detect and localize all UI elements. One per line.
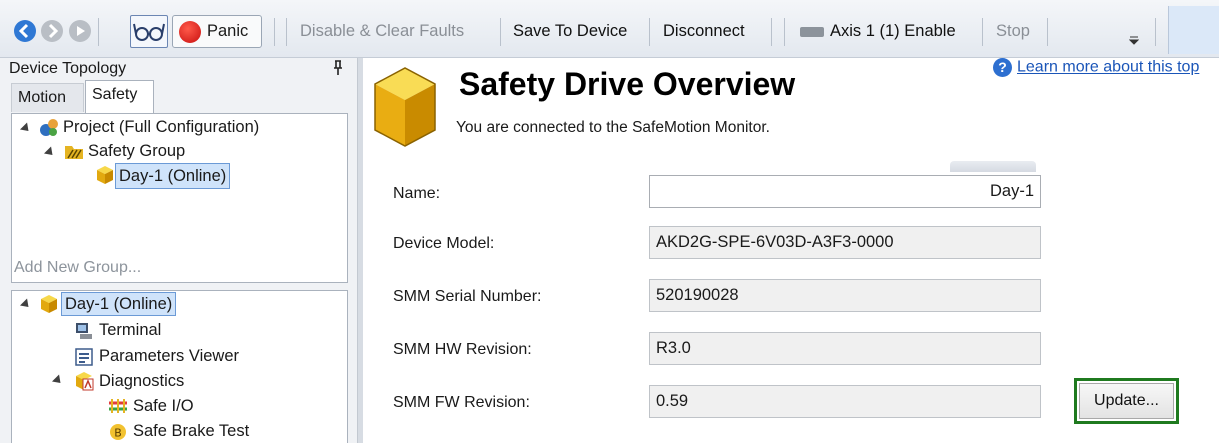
name-field[interactable]: Day-1 <box>649 175 1041 208</box>
glasses-icon <box>133 23 165 41</box>
terminal-icon <box>76 323 92 339</box>
parameters-viewer-icon <box>75 348 93 366</box>
panic-button[interactable]: Panic <box>172 15 262 48</box>
expand-arrow-icon[interactable] <box>19 298 33 311</box>
stop-button[interactable]: Stop <box>996 16 1030 46</box>
svg-text:B: B <box>114 427 122 440</box>
connection-status-text: You are connected to the SafeMotion Moni… <box>456 119 770 136</box>
disable-clear-faults-button[interactable]: Disable & Clear Faults <box>300 16 464 46</box>
back-icon[interactable] <box>14 20 36 42</box>
tree-item-day1-online[interactable]: Day-1 (Online) <box>115 163 231 189</box>
diagnostics-icon <box>76 372 94 391</box>
glasses-button[interactable] <box>130 15 168 48</box>
device-topology-panel: Device Topology Motion Safety Project (F… <box>0 58 357 443</box>
device-model-field: AKD2G-SPE-6V03D-A3F3-0000 <box>649 226 1041 259</box>
expand-arrow-icon[interactable] <box>19 122 33 135</box>
tab-safety[interactable]: Safety <box>85 80 154 114</box>
drive-cube-icon <box>97 166 113 184</box>
tab-motion[interactable]: Motion <box>11 83 84 112</box>
help-icon: ? <box>993 58 1012 77</box>
name-label: Name: <box>393 185 441 202</box>
safety-drive-overview-panel: Safety Drive Overview You are connected … <box>363 58 1219 443</box>
toolbar: Panic Disable & Clear Faults Save To Dev… <box>0 0 1219 58</box>
expand-arrow-icon[interactable] <box>51 374 65 387</box>
panel-title: Device Topology <box>9 60 127 77</box>
tree-item-terminal[interactable]: Terminal <box>99 318 161 342</box>
toolbar-separator <box>982 18 983 46</box>
axis-enable-button[interactable]: Axis 1 (1) Enable <box>830 16 956 46</box>
toolbar-separator <box>784 18 785 46</box>
tree-item-diagnostics[interactable]: Diagnostics <box>99 369 184 393</box>
axis-enable-icon <box>800 27 824 37</box>
safety-tree: Project (Full Configuration) Safety Grou… <box>11 113 348 283</box>
expand-arrow-icon[interactable] <box>43 146 57 159</box>
project-icon <box>40 119 58 136</box>
toolbar-separator <box>500 18 501 46</box>
smm-hw-revision-label: SMM HW Revision: <box>393 341 532 358</box>
refresh-icon[interactable] <box>69 20 91 42</box>
panic-icon <box>179 21 201 43</box>
toolbar-separator <box>1047 18 1048 46</box>
save-to-device-button[interactable]: Save To Device <box>513 16 627 46</box>
tree-item-safe-io[interactable]: Safe I/O <box>133 394 194 418</box>
panic-label: Panic <box>207 22 249 40</box>
device-tree: Day-1 (Online) Terminal Parameters Viewe… <box>11 290 348 443</box>
toolbar-separator <box>98 18 99 46</box>
tree-item-project[interactable]: Project (Full Configuration) <box>63 115 259 139</box>
smm-fw-revision-field: 0.59 <box>649 385 1041 418</box>
drive-cube-icon <box>41 295 57 313</box>
smm-serial-number-label: SMM Serial Number: <box>393 288 542 305</box>
safe-io-icon <box>109 399 127 413</box>
disconnect-button[interactable]: Disconnect <box>663 16 745 46</box>
page-title: Safety Drive Overview <box>459 66 796 102</box>
safe-brake-test-icon: B <box>110 424 126 440</box>
help-link-text[interactable]: Learn more about this top <box>1017 59 1199 76</box>
toolbar-separator <box>649 18 650 46</box>
toolbar-separator <box>286 18 287 46</box>
toolbar-right-region <box>1168 6 1219 54</box>
overflow-dropdown-icon[interactable] <box>1128 32 1140 49</box>
pin-icon[interactable] <box>333 60 343 79</box>
update-button[interactable]: Update... <box>1079 383 1174 419</box>
safety-group-icon <box>65 146 83 159</box>
smm-serial-number-field: 520190028 <box>649 279 1041 312</box>
drive-cube-icon <box>374 67 436 147</box>
toolbar-separator <box>771 18 772 46</box>
tree-item-safe-brake-test[interactable]: Safe Brake Test <box>133 419 249 443</box>
tree-item-parameters-viewer[interactable]: Parameters Viewer <box>99 344 239 368</box>
update-button-highlight: Update... <box>1074 378 1179 424</box>
toolbar-separator <box>274 18 275 46</box>
field-tab-handle[interactable] <box>950 161 1036 172</box>
toolbar-separator <box>1155 18 1156 46</box>
device-model-label: Device Model: <box>393 235 495 252</box>
help-link[interactable]: ? Learn more about this top <box>993 58 1199 77</box>
forward-icon[interactable] <box>41 20 63 42</box>
tree-item-day1-online[interactable]: Day-1 (Online) <box>61 292 177 316</box>
smm-fw-revision-label: SMM FW Revision: <box>393 394 530 411</box>
add-new-group-link[interactable]: Add New Group... <box>14 259 141 277</box>
smm-hw-revision-field: R3.0 <box>649 332 1041 365</box>
tree-item-safety-group[interactable]: Safety Group <box>88 139 185 163</box>
